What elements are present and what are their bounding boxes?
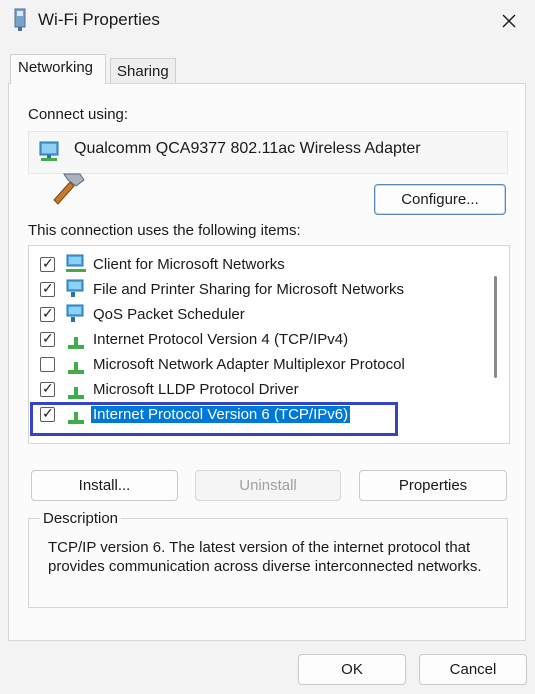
list-item[interactable]: Microsoft Network Adapter Multiplexor Pr… xyxy=(29,353,489,377)
title-bar: Wi-Fi Properties xyxy=(0,0,535,44)
list-item[interactable]: ✓ Internet Protocol Version 4 (TCP/IPv4) xyxy=(29,328,489,352)
list-item[interactable]: ✓ Client for Microsoft Networks xyxy=(29,253,489,277)
adapter-name: Qualcomm QCA9377 802.11ac Wireless Adapt… xyxy=(74,140,421,157)
list-item[interactable]: ✓ QoS Packet Scheduler xyxy=(29,303,489,327)
wifi-properties-dialog: Wi-Fi Properties Networking Sharing Conn… xyxy=(0,0,535,694)
window-title: Wi-Fi Properties xyxy=(38,10,160,29)
uninstall-button[interactable]: Uninstall xyxy=(195,470,341,501)
item-label: Microsoft LLDP Protocol Driver xyxy=(93,381,299,398)
configure-button[interactable]: Configure... xyxy=(374,184,506,215)
item-checkbox[interactable] xyxy=(40,357,55,372)
checkmark-icon: ✓ xyxy=(42,380,54,396)
description-title: Description xyxy=(40,510,122,527)
item-checkbox[interactable]: ✓ xyxy=(40,330,55,347)
item-checkbox[interactable]: ✓ xyxy=(40,280,55,297)
connect-using-label: Connect using: xyxy=(28,106,129,123)
item-label: Client for Microsoft Networks xyxy=(93,256,285,273)
list-item[interactable]: ✓ File and Printer Sharing for Microsoft… xyxy=(29,278,489,302)
properties-button[interactable]: Properties xyxy=(359,470,507,501)
item-label: Microsoft Network Adapter Multiplexor Pr… xyxy=(93,356,405,373)
install-button[interactable]: Install... xyxy=(31,470,178,501)
item-checkbox[interactable]: ✓ xyxy=(40,255,55,272)
protocol-icon xyxy=(68,337,84,349)
highlight-annotation xyxy=(30,402,398,436)
hammer-icon xyxy=(53,173,85,205)
close-button[interactable] xyxy=(491,4,527,38)
wifi-adapter-icon xyxy=(14,8,26,31)
ok-button[interactable]: OK xyxy=(298,654,406,685)
items-label: This connection uses the following items… xyxy=(28,222,301,239)
tab-sharing[interactable]: Sharing xyxy=(110,58,176,84)
network-service-icon xyxy=(66,304,84,322)
checkmark-icon: ✓ xyxy=(42,280,54,296)
network-service-icon xyxy=(66,279,84,297)
item-label: File and Printer Sharing for Microsoft N… xyxy=(93,281,404,298)
close-icon xyxy=(502,14,516,28)
item-label: QoS Packet Scheduler xyxy=(93,306,245,323)
protocol-icon xyxy=(68,362,84,374)
item-label: Internet Protocol Version 4 (TCP/IPv4) xyxy=(93,331,349,348)
cancel-button[interactable]: Cancel xyxy=(419,654,527,685)
item-checkbox[interactable]: ✓ xyxy=(40,305,55,322)
vertical-scrollbar[interactable] xyxy=(494,276,497,378)
list-item[interactable]: ✓ Microsoft LLDP Protocol Driver xyxy=(29,378,489,402)
protocol-icon xyxy=(68,387,84,399)
network-adapter-icon xyxy=(39,141,59,161)
checkmark-icon: ✓ xyxy=(42,305,54,321)
checkmark-icon: ✓ xyxy=(42,330,54,346)
checkmark-icon: ✓ xyxy=(42,255,54,271)
item-checkbox[interactable]: ✓ xyxy=(40,380,55,397)
network-client-icon xyxy=(66,254,86,272)
tab-networking[interactable]: Networking xyxy=(10,54,106,84)
description-text: TCP/IP version 6. The latest version of … xyxy=(48,539,482,575)
